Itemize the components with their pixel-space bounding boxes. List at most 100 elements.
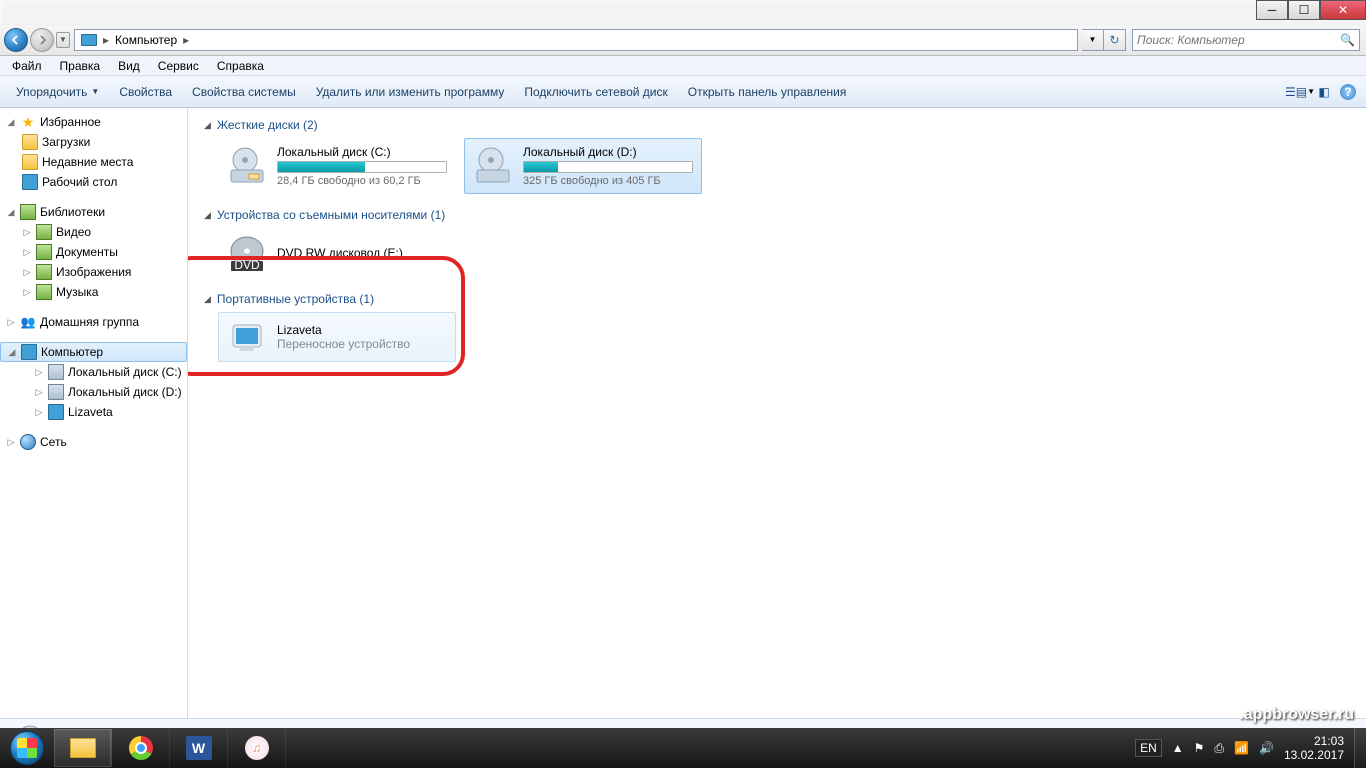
device-subtitle: Переносное устройство	[277, 337, 410, 351]
content-pane: ◢Жесткие диски (2) Локальный диск (C:) 2…	[188, 108, 1366, 718]
tree-network[interactable]: ▷Сеть	[0, 432, 187, 452]
dvd-drive-tile[interactable]: DVD DVD RW дисковод (E:)	[218, 228, 456, 278]
search-input[interactable]	[1137, 33, 1340, 47]
tray-volume-icon[interactable]: 🔊	[1259, 741, 1274, 755]
clock[interactable]: 21:03 13.02.2017	[1284, 734, 1344, 763]
tree-favorites[interactable]: ◢★Избранное	[0, 112, 187, 132]
drive-name: Локальный диск (D:)	[523, 145, 693, 159]
menu-file[interactable]: Файл	[4, 57, 50, 75]
tree-computer[interactable]: ◢Компьютер	[0, 342, 187, 362]
menu-service[interactable]: Сервис	[150, 57, 207, 75]
portable-device-tile[interactable]: Lizaveta Переносное устройство	[218, 312, 456, 362]
show-desktop-button[interactable]	[1354, 728, 1366, 768]
library-icon	[36, 284, 52, 300]
drive-d-tile[interactable]: Локальный диск (D:) 325 ГБ свободно из 4…	[464, 138, 702, 194]
tree-label: Музыка	[56, 285, 98, 299]
taskbar-chrome[interactable]	[112, 729, 170, 767]
tray-network-icon[interactable]: 📶	[1234, 741, 1249, 755]
help-button[interactable]: ?	[1336, 80, 1360, 104]
clock-time: 21:03	[1284, 734, 1344, 748]
library-icon	[36, 264, 52, 280]
taskbar-explorer[interactable]	[54, 729, 112, 767]
tree-videos[interactable]: ▷Видео	[0, 222, 187, 242]
tray-action-center-icon[interactable]: ⚑	[1194, 741, 1205, 755]
refresh-button[interactable]: ↻	[1104, 29, 1126, 51]
preview-pane-icon: ◧	[1318, 85, 1329, 99]
navigation-pane: ◢★Избранное Загрузки Недавние места Рабо…	[0, 108, 188, 718]
organize-button[interactable]: Упорядочить ▼	[6, 81, 109, 103]
forward-button[interactable]	[30, 28, 54, 52]
uninstall-program-button[interactable]: Удалить или изменить программу	[306, 81, 515, 103]
menu-edit[interactable]: Правка	[52, 57, 109, 75]
minimize-button[interactable]: ─	[1256, 0, 1288, 20]
tree-label: Документы	[56, 245, 118, 259]
menu-help[interactable]: Справка	[209, 57, 272, 75]
navigation-bar: ▼ ▸ Компьютер ▸ ▼ ↻ 🔍	[0, 24, 1366, 56]
drive-name: Локальный диск (C:)	[277, 145, 447, 159]
tree-label: Домашняя группа	[40, 315, 139, 329]
close-button[interactable]: ✕	[1320, 0, 1366, 20]
tree-label: Сеть	[40, 435, 67, 449]
system-tray: EN ▲ ⚑ ⎙ 📶 🔊 21:03 13.02.2017	[1125, 734, 1354, 763]
drive-c-tile[interactable]: Локальный диск (C:) 28,4 ГБ свободно из …	[218, 138, 456, 194]
hard-drive-icon	[227, 146, 267, 186]
tree-downloads[interactable]: Загрузки	[0, 132, 187, 152]
tray-flag-icon[interactable]: ▲	[1172, 741, 1184, 755]
breadcrumb-computer[interactable]: Компьютер	[111, 30, 181, 50]
address-bar[interactable]: ▸ Компьютер ▸	[74, 29, 1078, 51]
tray-icon[interactable]: ⎙	[1214, 741, 1224, 756]
view-options-button[interactable]: ☰▤▼	[1288, 80, 1312, 104]
tree-label: Компьютер	[41, 345, 103, 359]
device-icon	[48, 404, 64, 420]
control-panel-button[interactable]: Открыть панель управления	[678, 81, 857, 103]
dvd-icon: DVD	[227, 233, 267, 273]
tree-drive-d[interactable]: ▷Локальный диск (D:)	[0, 382, 187, 402]
menu-view[interactable]: Вид	[110, 57, 148, 75]
address-dropdown[interactable]: ▼	[1082, 29, 1104, 51]
tree-lizaveta[interactable]: ▷Lizaveta	[0, 402, 187, 422]
menu-bar: Файл Правка Вид Сервис Справка	[0, 56, 1366, 76]
maximize-button[interactable]: ☐	[1288, 0, 1320, 20]
tree-documents[interactable]: ▷Документы	[0, 242, 187, 262]
tree-recent[interactable]: Недавние места	[0, 152, 187, 172]
start-button[interactable]	[0, 728, 54, 768]
hard-drive-icon	[473, 146, 513, 186]
group-portable[interactable]: ◢Портативные устройства (1)	[198, 288, 1356, 312]
group-removable[interactable]: ◢Устройства со съемными носителями (1)	[198, 204, 1356, 228]
computer-icon	[21, 344, 37, 360]
search-box[interactable]: 🔍	[1132, 29, 1360, 51]
tree-label: Библиотеки	[40, 205, 105, 219]
chrome-icon	[129, 736, 153, 760]
system-properties-button[interactable]: Свойства системы	[182, 81, 306, 103]
tree-pictures[interactable]: ▷Изображения	[0, 262, 187, 282]
map-drive-button[interactable]: Подключить сетевой диск	[514, 81, 677, 103]
language-indicator[interactable]: EN	[1135, 739, 1162, 757]
device-name: DVD RW дисковод (E:)	[277, 246, 403, 260]
clock-date: 13.02.2017	[1284, 748, 1344, 762]
preview-pane-button[interactable]: ◧	[1312, 80, 1336, 104]
view-icon: ☰▤	[1285, 85, 1307, 99]
explorer-icon	[70, 738, 96, 758]
libraries-icon	[20, 204, 36, 220]
tree-label: Lizaveta	[68, 405, 113, 419]
tree-libraries[interactable]: ◢Библиотеки	[0, 202, 187, 222]
windows-orb-icon	[10, 731, 44, 765]
taskbar-itunes[interactable]: ♫	[228, 729, 286, 767]
tree-label: Видео	[56, 225, 91, 239]
group-hard-disks[interactable]: ◢Жесткие диски (2)	[198, 114, 1356, 138]
back-button[interactable]	[4, 28, 28, 52]
history-dropdown[interactable]: ▼	[56, 32, 70, 48]
device-name: Lizaveta	[277, 323, 410, 337]
homegroup-icon: 👥	[20, 314, 36, 330]
tree-desktop[interactable]: Рабочий стол	[0, 172, 187, 192]
tree-drive-c[interactable]: ▷Локальный диск (C:)	[0, 362, 187, 382]
taskbar-word[interactable]: W	[170, 729, 228, 767]
tree-label: Недавние места	[42, 155, 133, 169]
properties-button[interactable]: Свойства	[109, 81, 182, 103]
command-toolbar: Упорядочить ▼ Свойства Свойства системы …	[0, 76, 1366, 108]
taskbar: W ♫ EN ▲ ⚑ ⎙ 📶 🔊 21:03 13.02.2017	[0, 728, 1366, 768]
star-icon: ★	[20, 114, 36, 130]
tree-music[interactable]: ▷Музыка	[0, 282, 187, 302]
tree-homegroup[interactable]: ▷👥Домашняя группа	[0, 312, 187, 332]
watermark-text: .appbrowser.ru	[1239, 706, 1354, 724]
